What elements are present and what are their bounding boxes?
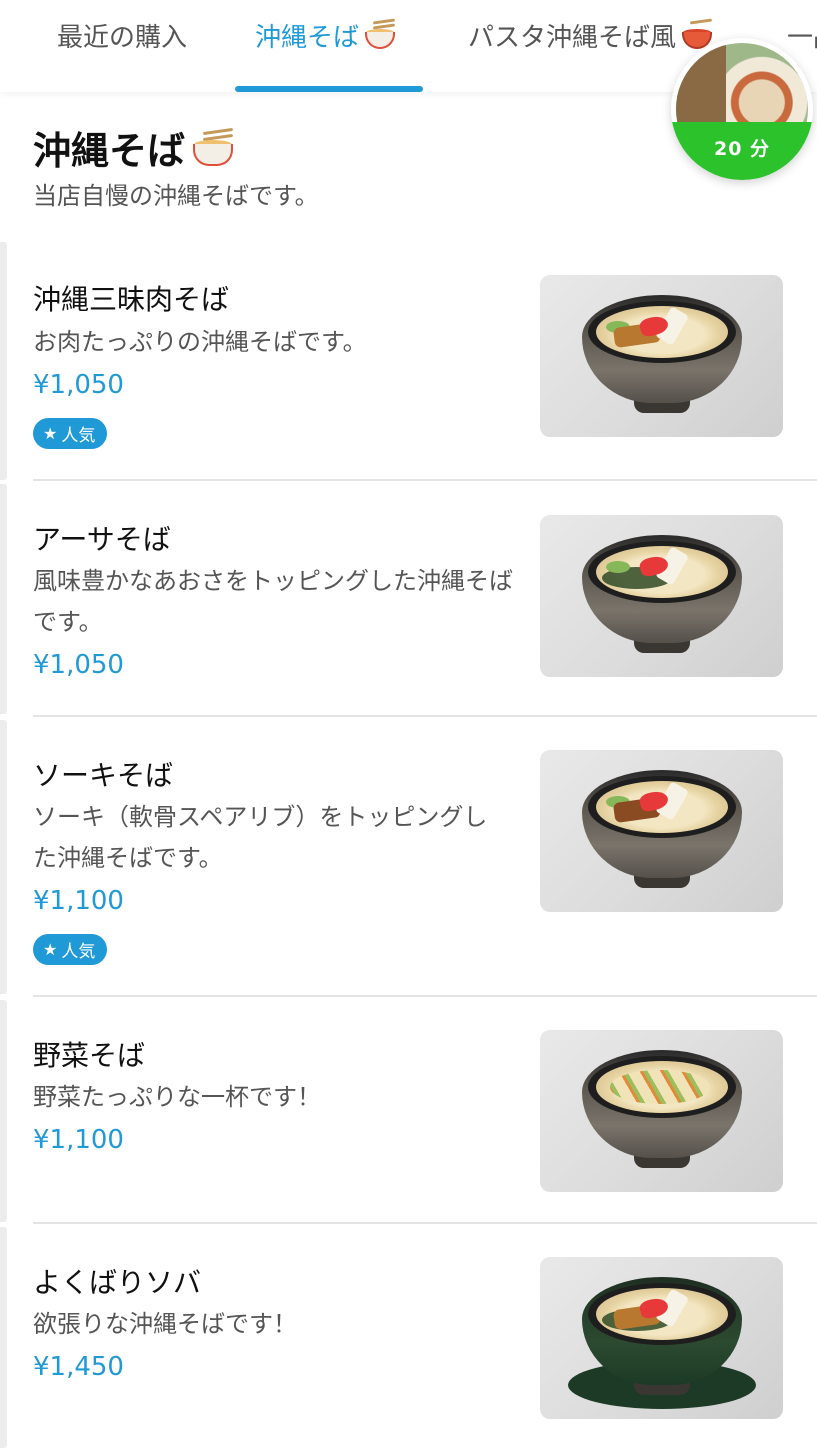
item-price: ¥1,450 bbox=[33, 1352, 124, 1382]
ramen-bowl-icon bbox=[191, 127, 235, 168]
item-photo bbox=[540, 515, 783, 677]
item-price: ¥1,100 bbox=[33, 886, 124, 916]
badge-label: 人気 bbox=[61, 942, 96, 962]
tab-label: 一品 bbox=[787, 22, 817, 53]
tab-label: パスタ沖縄そば風 bbox=[468, 22, 677, 53]
item-edge bbox=[0, 720, 7, 994]
item-divider bbox=[33, 479, 817, 481]
item-photo bbox=[540, 750, 783, 912]
item-description: お肉たっぷりの沖縄そばです。 bbox=[33, 328, 367, 356]
active-tab-indicator bbox=[235, 86, 423, 92]
delivery-time-badge[interactable]: 20 分 bbox=[671, 38, 813, 180]
item-edge bbox=[0, 484, 7, 714]
item-name: よくばりソバ bbox=[33, 1266, 202, 1299]
badge-label: 人気 bbox=[61, 426, 96, 446]
item-edge bbox=[0, 1227, 7, 1448]
item-photo bbox=[540, 275, 783, 437]
delivery-time-label: 20 分 bbox=[713, 138, 771, 160]
category-title-text: 沖縄そば bbox=[33, 129, 186, 173]
item-price: ¥1,050 bbox=[33, 370, 124, 400]
category-description: 当店自慢の沖縄そばです。 bbox=[33, 182, 319, 210]
item-description: ソーキ（軟骨スペアリブ）をトッピングした沖縄そばです。 bbox=[33, 803, 488, 872]
item-description: 野菜たっぷりな一杯です！ bbox=[33, 1083, 321, 1111]
item-divider bbox=[33, 715, 817, 717]
tab-side-dishes[interactable]: 一品 bbox=[787, 18, 817, 53]
item-description: 風味豊かなあおさをトッピングした沖縄そばです。 bbox=[33, 567, 513, 636]
popular-badge: ★ 人気 bbox=[33, 934, 108, 965]
item-price: ¥1,050 bbox=[33, 650, 124, 680]
tab-label: 沖縄そば bbox=[255, 22, 360, 53]
item-edge bbox=[0, 242, 7, 480]
item-divider bbox=[33, 995, 817, 997]
tab-label: 最近の購入 bbox=[57, 22, 188, 53]
item-name: アーサそば bbox=[33, 523, 171, 556]
ramen-bowl-icon bbox=[363, 18, 397, 50]
item-photo bbox=[540, 1030, 783, 1192]
category-title: 沖縄そば bbox=[33, 120, 235, 175]
item-edge bbox=[0, 1000, 7, 1222]
item-name: 沖縄三昧肉そば bbox=[33, 283, 230, 316]
item-photo bbox=[540, 1257, 783, 1419]
item-description: 欲張りな沖縄そばです！ bbox=[33, 1310, 297, 1338]
tab-recent-purchases[interactable]: 最近の購入 bbox=[57, 18, 188, 53]
item-divider bbox=[33, 1222, 817, 1224]
tab-okinawa-soba[interactable]: 沖縄そば bbox=[255, 18, 397, 53]
item-name: ソーキそば bbox=[33, 759, 174, 792]
item-name: 野菜そば bbox=[33, 1039, 146, 1072]
star-icon: ★ bbox=[43, 424, 58, 443]
item-price: ¥1,100 bbox=[33, 1125, 124, 1155]
popular-badge: ★ 人気 bbox=[33, 418, 108, 449]
star-icon: ★ bbox=[43, 940, 58, 959]
